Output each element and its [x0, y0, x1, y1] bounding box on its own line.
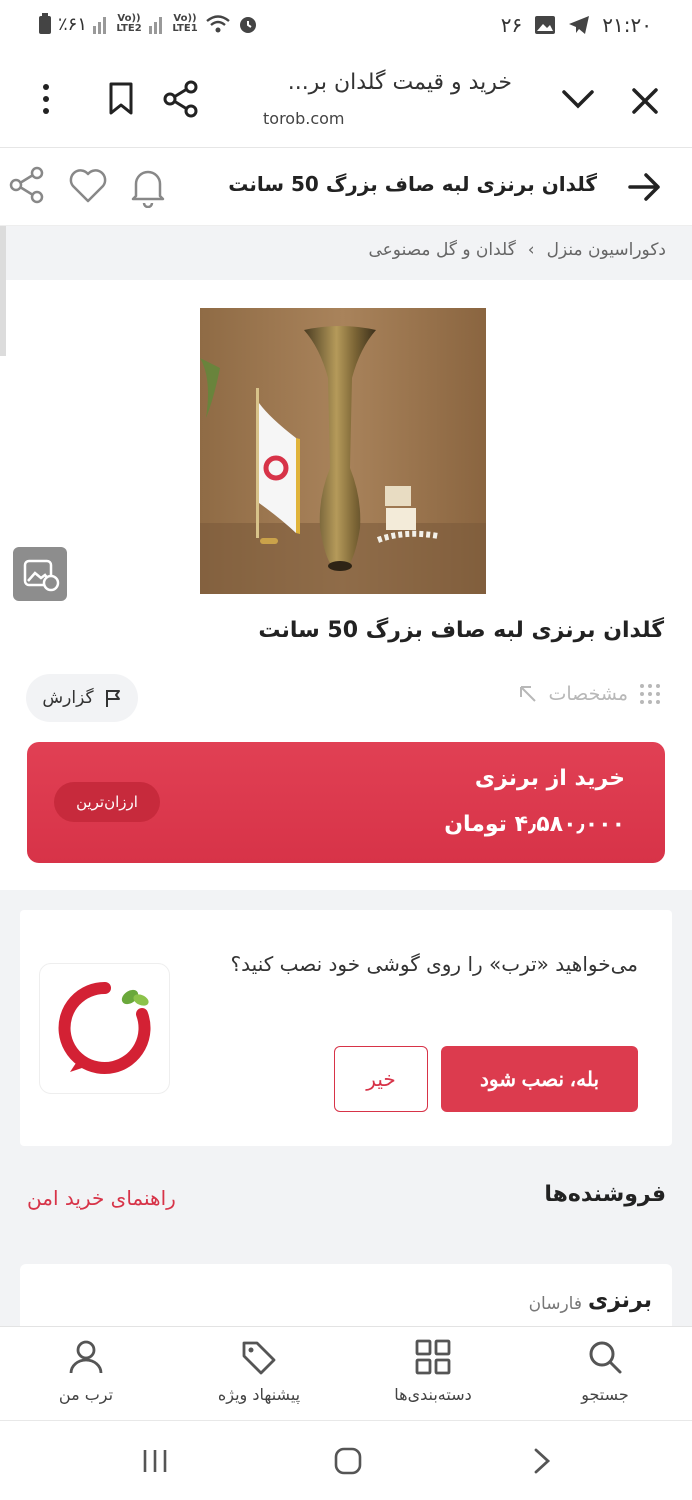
safe-purchase-guide-link[interactable]: راهنمای خرید امن [27, 1186, 176, 1210]
home-icon[interactable] [333, 1446, 363, 1476]
battery-percent: ٪۶۱ [58, 13, 88, 35]
tag-icon [242, 1341, 276, 1375]
status-bar: ٪۶۱ Vo)) LTE2 Vo)) LTE1 ۲۶ ۲۱:۲۰ [0, 0, 692, 52]
alarm-icon [240, 17, 257, 33]
browser-bar: خرید و قیمت گلدان بر... torob.com [0, 52, 692, 148]
sim1-indicator: Vo)) LTE1 [172, 13, 198, 34]
seller-name: برنزی [587, 1288, 652, 1313]
seller-city: فارسان [528, 1294, 582, 1314]
install-prompt: می‌خواهید «ترب» را روی گوشی خود نصب کنید… [20, 910, 672, 1146]
signal-icon [93, 17, 107, 34]
telegram-icon [569, 16, 590, 34]
report-button[interactable]: گزارش [26, 674, 138, 722]
report-label: گزارش [42, 688, 94, 708]
nav-label-special-offer: پیشنهاد ویژه [217, 1385, 301, 1404]
specs-label: مشخصات [548, 683, 628, 705]
heart-icon[interactable] [68, 168, 108, 204]
product-header: گلدان برنزی لبه صاف بزرگ 50 سانت [0, 148, 692, 226]
flag-icon [105, 690, 120, 707]
signal-icon [149, 17, 163, 34]
search-icon [589, 1341, 622, 1374]
buy-price: ۴٫۵۸۰٫۰۰۰ تومان [444, 812, 625, 837]
cheapest-badge: ارزان‌ترین [54, 782, 160, 822]
status-left: ٪۶۱ Vo)) LTE2 Vo)) LTE1 [38, 13, 259, 35]
nav-item-search[interactable]: جستجو [545, 1339, 665, 1404]
breadcrumb-item-vases[interactable]: گلدان و گل مصنوعی [368, 240, 515, 260]
nav-label-my-torob: ترب من [58, 1385, 114, 1404]
torob-logo-icon [58, 981, 151, 1074]
system-nav-bar [0, 1420, 692, 1500]
close-icon[interactable] [630, 86, 660, 116]
arrow-up-left-icon [520, 686, 537, 702]
share-icon[interactable] [162, 80, 200, 118]
recent-apps-icon[interactable] [140, 1447, 170, 1475]
breadcrumb: دکوراسیون منزل › گلدان و گل مصنوعی [0, 226, 692, 280]
bottom-nav: جستجو دسته‌بندی‌ها پیشنهاد ویژه ترب من [0, 1326, 692, 1420]
sellers-title: فروشنده‌ها [544, 1182, 666, 1207]
bookmark-icon[interactable] [106, 82, 136, 116]
torob-app-logo [39, 963, 170, 1094]
wifi-icon [206, 15, 230, 33]
status-right: ۲۶ ۲۱:۲۰ [501, 13, 652, 37]
back-icon[interactable] [530, 1447, 554, 1475]
notification-count: ۲۶ [500, 13, 523, 37]
product-image[interactable] [200, 308, 486, 594]
install-no-button[interactable]: خیر [334, 1046, 428, 1112]
nav-item-categories[interactable]: دسته‌بندی‌ها [373, 1339, 493, 1404]
sim2-indicator: Vo)) LTE2 [116, 13, 142, 34]
share-icon[interactable] [8, 166, 46, 204]
battery-icon [39, 13, 51, 34]
nav-item-my-torob[interactable]: ترب من [26, 1339, 146, 1404]
arrow-right-icon[interactable] [628, 172, 662, 202]
page-host: torob.com [263, 109, 345, 128]
breadcrumb-separator: › [527, 240, 535, 260]
install-question: می‌خواهید «ترب» را روی گوشی خود نصب کنید… [230, 952, 638, 976]
image-icon [535, 16, 556, 34]
specs-link[interactable]: مشخصات [518, 682, 662, 706]
nav-label-categories: دسته‌بندی‌ها [394, 1385, 472, 1404]
nav-label-search: جستجو [581, 1385, 629, 1404]
clock: ۲۱:۲۰ [602, 13, 652, 37]
product-title: گلدان برنزی لبه صاف بزرگ 50 سانت [258, 618, 664, 643]
user-icon [69, 1340, 103, 1374]
gallery-icon [23, 559, 60, 592]
vase-photo [200, 308, 486, 594]
dots-grid-icon [640, 684, 660, 704]
chevron-down-icon[interactable] [560, 86, 596, 112]
nav-item-special-offer[interactable]: پیشنهاد ویژه [199, 1339, 319, 1404]
scrollbar[interactable] [0, 226, 6, 356]
product-header-title: گلدان برنزی لبه صاف بزرگ 50 سانت [228, 172, 597, 196]
grid-icon [415, 1339, 451, 1375]
breadcrumb-item-decoration[interactable]: دکوراسیون منزل [547, 240, 666, 260]
bell-icon[interactable] [128, 166, 168, 208]
install-yes-button[interactable]: بله، نصب شود [441, 1046, 638, 1112]
buy-seller-line: خرید از برنزی [474, 766, 625, 791]
page-title: خرید و قیمت گلدان بر... [287, 70, 512, 95]
more-vertical-icon[interactable] [36, 82, 56, 116]
buy-box[interactable]: خرید از برنزی ۴٫۵۸۰٫۰۰۰ تومان ارزان‌ترین [27, 742, 665, 863]
gallery-button[interactable] [13, 547, 67, 601]
